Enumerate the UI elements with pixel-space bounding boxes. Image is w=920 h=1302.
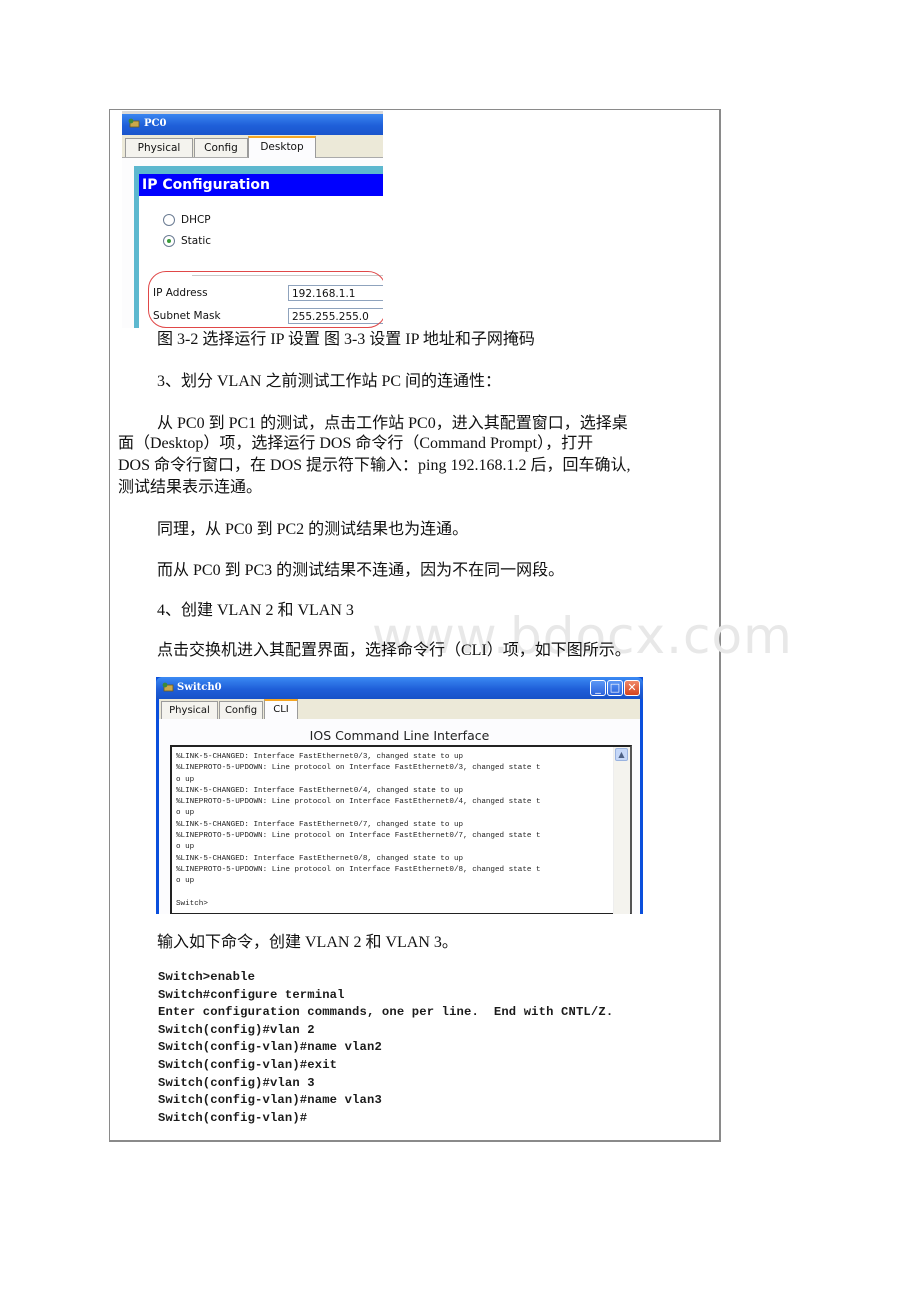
tab-physical[interactable]: Physical <box>125 138 193 157</box>
step3-para-line-3: DOS 命令行窗口，在 DOS 提示符下输入：ping 192.168.1.2 … <box>118 457 631 474</box>
command-line: Switch(config-vlan)#exit <box>158 1057 338 1072</box>
step3-heading: 3、划分 VLAN 之前测试工作站 PC 间的连通性： <box>157 373 502 390</box>
dhcp-radio[interactable] <box>163 214 175 226</box>
switch-device-icon <box>162 682 174 692</box>
figure-caption: 图 3-2 选择运行 IP 设置 图 3-3 设置 IP 地址和子网掩码 <box>157 331 535 348</box>
pc0-window-screenshot: PC0 Physical Config Desktop IP Configura… <box>122 111 383 328</box>
tab-config[interactable]: Config <box>219 701 263 719</box>
terminal-text: %LINK-5-CHANGED: Interface FastEthernet0… <box>176 752 541 910</box>
command-line: Enter configuration commands, one per li… <box>158 1005 614 1020</box>
command-listing: Switch>enable Switch#configure terminal En… <box>158 969 613 1127</box>
terminal-line: %LINEPROTO-5-UPDOWN: Line protocol on In… <box>176 832 541 841</box>
step3-para-line-4: 测试结果表示连通。 <box>118 479 263 496</box>
cli-title: IOS Command Line Interface <box>309 728 490 743</box>
command-line: Switch(config)#vlan 3 <box>158 1075 315 1090</box>
switch0-title: Switch0 <box>177 682 222 693</box>
pc0-tab-row: Physical Config Desktop <box>122 135 383 159</box>
maximize-button[interactable]: □ <box>607 680 623 696</box>
step3-para-line-2: 面（Desktop）项，选择运行 DOS 命令行（Command Prompt）… <box>118 435 594 452</box>
terminal-output[interactable]: %LINK-5-CHANGED: Interface FastEthernet0… <box>170 745 632 914</box>
pc3-result: 而从 PC0 到 PC3 的测试结果不连通，因为不在同一网段。 <box>157 562 565 579</box>
switch0-body: Physical Config CLI IOS Command Line Int… <box>159 699 640 914</box>
command-line: Switch>enable <box>158 970 256 984</box>
terminal-line: o up <box>176 877 195 886</box>
pc0-titlebar: PC0 <box>122 114 383 135</box>
terminal-line: o up <box>176 809 195 818</box>
ip-config-heading: IP Configuration <box>139 174 383 196</box>
close-button[interactable]: ✕ <box>624 680 640 696</box>
terminal-line: Switch> <box>176 899 208 908</box>
switch0-tab-row: Physical Config CLI <box>159 699 640 721</box>
static-radio[interactable] <box>163 235 175 247</box>
command-line: Switch(config-vlan)#name vlan2 <box>158 1040 382 1055</box>
static-label: Static <box>181 235 212 247</box>
tab-cli[interactable]: CLI <box>264 699 298 721</box>
terminal-line: %LINK-5-CHANGED: Interface FastEthernet0… <box>176 820 464 829</box>
highlight-oval <box>148 271 383 328</box>
pc2-result: 同理，从 PC0 到 PC2 的测试结果也为连通。 <box>157 521 469 538</box>
scrollbar[interactable]: ▲ <box>613 747 630 914</box>
terminal-line: %LINK-5-CHANGED: Interface FastEthernet0… <box>176 854 464 863</box>
tab-physical[interactable]: Physical <box>161 701 218 719</box>
commands-intro: 输入如下命令，创建 VLAN 2 和 VLAN 3。 <box>157 934 458 951</box>
terminal-line: o up <box>176 843 195 852</box>
command-line: Switch(config-vlan)#name vlan3 <box>158 1093 382 1108</box>
pc0-title: PC0 <box>144 118 167 129</box>
step4-heading: 4、创建 VLAN 2 和 VLAN 3 <box>157 602 354 619</box>
command-line: Switch(config-vlan)# <box>158 1110 308 1125</box>
switch0-titlebar: Switch0 _ □ ✕ <box>156 677 643 699</box>
command-line: Switch(config)#vlan 2 <box>158 1022 315 1037</box>
scroll-up-arrow-icon[interactable]: ▲ <box>615 748 628 761</box>
terminal-line: %LINK-5-CHANGED: Interface FastEthernet0… <box>176 753 464 761</box>
minimize-button[interactable]: _ <box>590 680 606 696</box>
dhcp-label: DHCP <box>181 214 211 226</box>
terminal-line: %LINK-5-CHANGED: Interface FastEthernet0… <box>176 786 464 795</box>
tab-desktop[interactable]: Desktop <box>248 136 316 159</box>
dhcp-option[interactable]: DHCP <box>163 214 211 226</box>
terminal-line: o up <box>176 775 195 784</box>
switch0-window-screenshot: Switch0 _ □ ✕ Physical Config CLI IOS Co… <box>156 677 643 914</box>
static-option[interactable]: Static <box>163 235 211 247</box>
terminal-line: %LINEPROTO-5-UPDOWN: Line protocol on In… <box>176 798 541 807</box>
pc-device-icon <box>128 118 140 128</box>
terminal-line: %LINEPROTO-5-UPDOWN: Line protocol on In… <box>176 865 541 874</box>
step4-intro: 点击交换机进入其配置界面，选择命令行（CLI）项，如下图所示。 <box>157 642 631 659</box>
command-line: Switch#configure terminal <box>158 987 345 1002</box>
tab-config[interactable]: Config <box>194 138 248 157</box>
step3-para-line-1: 从 PC0 到 PC1 的测试，点击工作站 PC0，进入其配置窗口，选择桌 <box>157 415 628 432</box>
terminal-line: %LINEPROTO-5-UPDOWN: Line protocol on In… <box>176 764 541 773</box>
